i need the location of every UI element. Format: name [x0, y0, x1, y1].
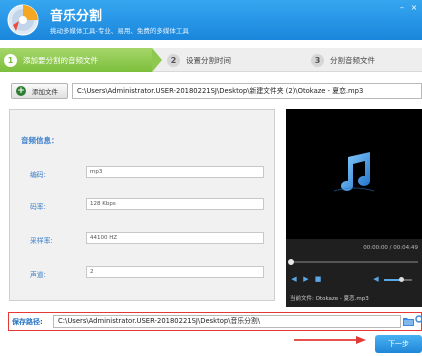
red-arrow-annotation	[294, 336, 366, 344]
minimize-button[interactable]: –	[398, 4, 406, 12]
audio-info-title: 音频信息：	[21, 136, 59, 145]
next-button[interactable]: 下一步	[375, 335, 422, 353]
app-subtitle: 挑动多媒体工具-专业、易用、免费的多媒体工具	[50, 27, 189, 35]
step-number: 2	[167, 53, 180, 67]
step-arrow	[152, 48, 162, 72]
step-label: 分割音频文件	[330, 55, 375, 65]
codec-field: mp3	[86, 166, 264, 178]
media-player: 00:00:00 / 00:04:49 ◀ ▶ ■ ◀ 当前文件: Otokaz…	[286, 109, 422, 307]
audio-info-panel: 音频信息： 编码: mp3 码率: 128 Kbps 采样率: 44100 HZ…	[9, 109, 275, 301]
bitrate-label: 码率:	[30, 203, 46, 211]
now-playing-text: 当前文件: Otokaze - 夏恋.mp3	[290, 296, 369, 302]
volume-icon[interactable]: ◀	[372, 275, 380, 283]
search-icon[interactable]	[415, 315, 422, 326]
step-bar: 1 添加要分割的音频文件 2 设置分割时间 3 分割音频文件	[0, 48, 422, 72]
stop-icon[interactable]: ■	[314, 275, 322, 283]
player-controls: 00:00:00 / 00:04:49 ◀ ▶ ■ ◀ 当前文件: Otokaz…	[286, 239, 422, 307]
app-title: 音乐分割	[50, 9, 103, 24]
bitrate-field: 128 Kbps	[86, 198, 264, 210]
close-button[interactable]: ×	[410, 4, 418, 12]
save-path-field[interactable]: C:\Users\Administrator.USER-20180221SJ\D…	[53, 315, 401, 328]
save-path-label: 保存路径:	[12, 318, 43, 326]
step-label: 添加要分割的音频文件	[23, 55, 98, 65]
codec-label: 编码:	[30, 171, 46, 179]
prev-icon[interactable]: ◀	[290, 275, 298, 283]
channels-field: 2	[86, 266, 264, 278]
seek-bar[interactable]	[288, 259, 418, 265]
step-number: 1	[4, 53, 17, 67]
samplerate-field: 44100 HZ	[86, 232, 264, 244]
plus-circle-icon: +	[16, 86, 26, 96]
play-icon[interactable]: ▶	[302, 275, 310, 283]
step-number: 3	[311, 53, 324, 67]
time-display: 00:00:00 / 00:04:49	[363, 245, 418, 251]
step-label: 设置分割时间	[186, 55, 231, 65]
music-note-icon	[333, 152, 375, 192]
folder-icon[interactable]	[403, 316, 414, 326]
step-add-file[interactable]: 1 添加要分割的音频文件	[0, 48, 152, 72]
save-path-row: 保存路径: C:\Users\Administrator.USER-201802…	[8, 312, 422, 331]
music-cd-logo-icon	[7, 4, 39, 36]
volume-knob[interactable]	[398, 277, 404, 282]
file-path-field[interactable]: C:\Users\Administrator.USER-20180221SJ\D…	[72, 83, 422, 99]
seek-knob[interactable]	[288, 259, 294, 265]
channels-label: 声道:	[30, 271, 46, 279]
step-split-file[interactable]: 3 分割音频文件	[307, 48, 375, 72]
player-screen	[286, 109, 422, 239]
volume-slider[interactable]	[384, 277, 412, 282]
step-set-time[interactable]: 2 设置分割时间	[163, 48, 231, 72]
samplerate-label: 采样率:	[30, 237, 53, 245]
add-file-button[interactable]: + 添加文件	[11, 83, 68, 99]
app-header: 音乐分割 挑动多媒体工具-专业、易用、免费的多媒体工具 – ×	[0, 0, 422, 40]
add-file-label: 添加文件	[32, 88, 58, 96]
